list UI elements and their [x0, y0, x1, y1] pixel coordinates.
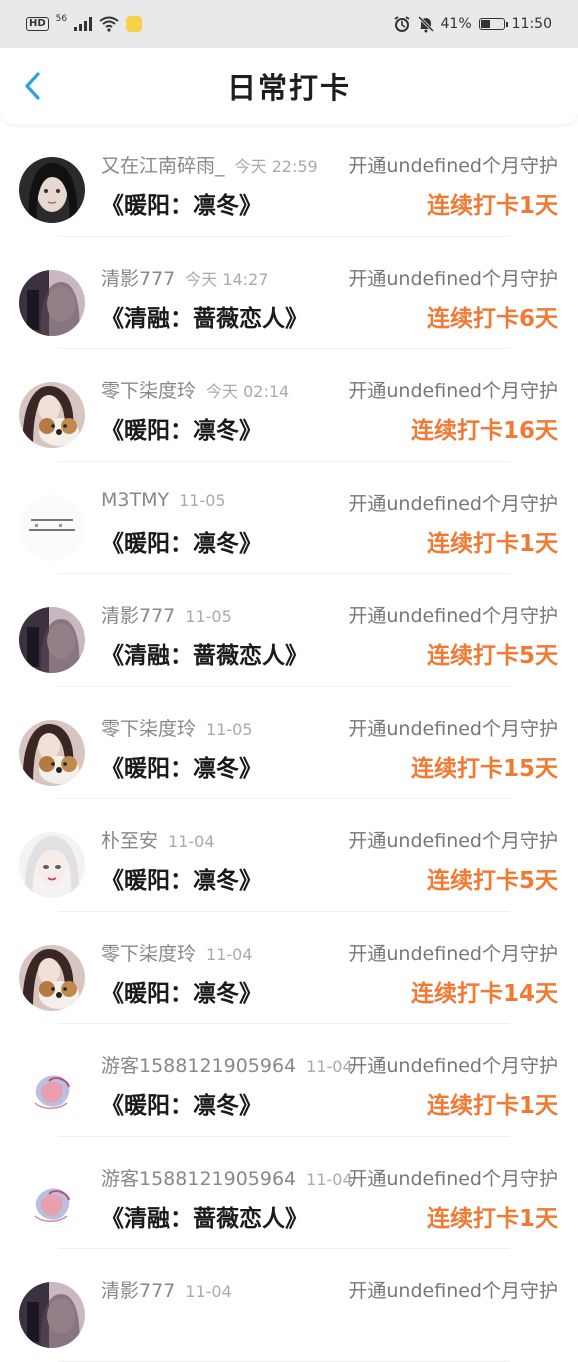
- status-right: 41% 11:50: [393, 15, 552, 33]
- book-title[interactable]: 《清融：蔷薇恋人》: [101, 299, 308, 333]
- list-item[interactable]: 零下柒度玲 11-05 开通undefined个月守护 《暖阳：凛冬》 连续打卡1…: [0, 687, 578, 800]
- alarm-icon: [394, 16, 410, 32]
- streak-count: 连续打卡5天: [426, 868, 558, 894]
- guard-text: 开通undefined个月守护: [348, 380, 558, 402]
- streak-count: 连续打卡1天: [426, 530, 558, 557]
- book-title[interactable]: 《暖阳：凛冬》: [101, 411, 262, 445]
- guard-text: 开通undefined个月守护: [348, 267, 558, 290]
- list-item[interactable]: 清影777 11-05 开通undefined个月守护 《清融：蔷薇恋人》 连续打…: [0, 574, 578, 687]
- avatar[interactable]: [19, 1057, 85, 1123]
- avatar[interactable]: [19, 944, 85, 1011]
- status-bar: HD 56 41% 11:50: [0, 0, 578, 48]
- battery-percent: 41%: [440, 16, 472, 32]
- streak-count: 连续打卡1天: [426, 1093, 558, 1119]
- streak-count: 连续打卡14天: [410, 980, 558, 1007]
- avatar[interactable]: [19, 494, 85, 561]
- guard-text: 开通undefined个月守护: [348, 155, 558, 177]
- app-notification-icon: [126, 16, 143, 32]
- user-name[interactable]: 游客1588121905964: [101, 1055, 296, 1077]
- hd-icon: HD: [26, 17, 49, 31]
- avatar[interactable]: [19, 1169, 85, 1236]
- network-type: 56: [55, 14, 68, 24]
- avatar[interactable]: [19, 1282, 85, 1348]
- book-title[interactable]: 《清融：蔷薇恋人》: [101, 1199, 308, 1233]
- checkin-time: 11-05: [179, 490, 226, 510]
- streak-count: 连续打卡5天: [426, 643, 558, 669]
- user-name[interactable]: 清影777: [101, 605, 175, 627]
- user-name[interactable]: 零下柒度玲: [101, 943, 196, 965]
- status-left: HD 56: [26, 14, 143, 32]
- book-title[interactable]: 《暖阳：凛冬》: [101, 749, 262, 783]
- avatar[interactable]: [19, 269, 85, 336]
- checkin-time: 今天 02:14: [206, 382, 290, 401]
- avatar[interactable]: [19, 157, 85, 223]
- checkin-time: 11-05: [185, 607, 232, 626]
- wifi-icon: [99, 16, 119, 32]
- mute-icon: [417, 15, 434, 33]
- guard-text: 开通undefined个月守护: [348, 717, 558, 740]
- clock: 11:50: [511, 16, 552, 32]
- user-name[interactable]: M3TMY: [101, 489, 169, 511]
- checkin-time: 今天 14:27: [185, 269, 269, 289]
- streak-count: 连续打卡1天: [426, 193, 558, 219]
- checkin-time: 11-04: [206, 944, 253, 964]
- book-title[interactable]: 《暖阳：凛冬》: [101, 524, 262, 558]
- guard-text: 开通undefined个月守护: [348, 605, 558, 627]
- user-name[interactable]: 朴至安: [101, 830, 158, 852]
- signal-icon: [74, 17, 93, 31]
- checkin-time: 11-04: [168, 832, 215, 851]
- guard-text: 开通undefined个月守护: [348, 1280, 558, 1302]
- guard-text: 开通undefined个月守护: [348, 830, 558, 852]
- list-item[interactable]: 游客1588121905964 11-04 开通undefined个月守护 《暖阳…: [0, 1024, 578, 1137]
- avatar[interactable]: [19, 832, 85, 898]
- page-title: 日常打卡: [226, 71, 351, 105]
- checkin-time: 11-04: [306, 1169, 353, 1189]
- list-item[interactable]: M3TMY 11-05 开通undefined个月守护 《暖阳：凛冬》 连续打卡1…: [0, 462, 578, 575]
- list-item[interactable]: 游客1588121905964 11-04 开通undefined个月守护 《清融…: [0, 1137, 578, 1250]
- book-title[interactable]: 《清融：蔷薇恋人》: [101, 636, 308, 670]
- user-name[interactable]: 清影777: [101, 268, 175, 290]
- user-name[interactable]: 零下柒度玲: [101, 718, 196, 740]
- user-name[interactable]: 游客1588121905964: [101, 1168, 296, 1190]
- user-name[interactable]: 清影777: [101, 1280, 175, 1302]
- guard-text: 开通undefined个月守护: [348, 1167, 558, 1190]
- page-header: 日常打卡: [0, 48, 578, 124]
- checkin-time: 11-04: [306, 1057, 353, 1076]
- list-item[interactable]: 又在江南碎雨_ 今天 22:59 开通undefined个月守护 《暖阳：凛冬》 …: [0, 124, 578, 237]
- book-title[interactable]: 《暖阳：凛冬》: [101, 974, 262, 1008]
- guard-text: 开通undefined个月守护: [348, 1055, 558, 1077]
- avatar[interactable]: [19, 382, 85, 448]
- checkin-time: 11-04: [185, 1282, 232, 1301]
- streak-count: 连续打卡15天: [410, 755, 558, 782]
- streak-count: 连续打卡6天: [426, 305, 558, 332]
- checkin-time: 11-05: [206, 719, 253, 739]
- list-item[interactable]: 清影777 11-04 开通undefined个月守护: [0, 1249, 578, 1362]
- back-button[interactable]: [16, 70, 48, 102]
- guard-text: 开通undefined个月守护: [348, 492, 558, 515]
- chevron-left-icon: [25, 72, 40, 100]
- checkin-time: 今天 22:59: [234, 157, 318, 176]
- streak-count: 连续打卡1天: [426, 1205, 558, 1232]
- list-item[interactable]: 零下柒度玲 今天 02:14 开通undefined个月守护 《暖阳：凛冬》 连续…: [0, 349, 578, 462]
- list-item[interactable]: 零下柒度玲 11-04 开通undefined个月守护 《暖阳：凛冬》 连续打卡1…: [0, 912, 578, 1025]
- book-title[interactable]: 《暖阳：凛冬》: [101, 861, 262, 895]
- battery-icon: [478, 18, 508, 30]
- user-name[interactable]: 零下柒度玲: [101, 380, 196, 402]
- checkin-list: 又在江南碎雨_ 今天 22:59 开通undefined个月守护 《暖阳：凛冬》 …: [0, 124, 578, 1362]
- book-title[interactable]: 《暖阳：凛冬》: [101, 186, 262, 220]
- avatar[interactable]: [19, 607, 85, 673]
- book-title[interactable]: 《暖阳：凛冬》: [101, 1086, 262, 1120]
- user-name[interactable]: 又在江南碎雨_: [101, 155, 225, 177]
- list-item[interactable]: 朴至安 11-04 开通undefined个月守护 《暖阳：凛冬》 连续打卡5天: [0, 799, 578, 912]
- streak-count: 连续打卡16天: [410, 418, 558, 444]
- list-item[interactable]: 清影777 今天 14:27 开通undefined个月守护 《清融：蔷薇恋人》 …: [0, 237, 578, 350]
- avatar[interactable]: [19, 719, 85, 786]
- guard-text: 开通undefined个月守护: [348, 942, 558, 965]
